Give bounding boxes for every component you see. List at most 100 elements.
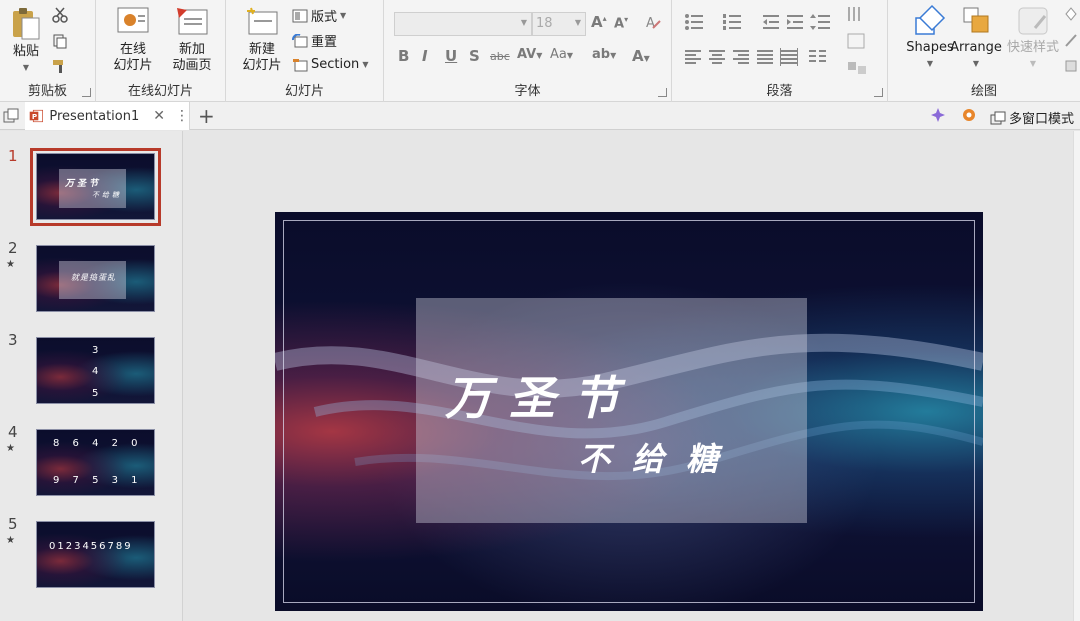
thumb-line-1: 万圣节 <box>65 179 102 189</box>
chevron-down-icon: ▼ <box>22 63 30 72</box>
section-label: Section <box>311 57 360 72</box>
vertical-scrollbar[interactable] <box>1073 131 1080 621</box>
thumb-line-1: 3 <box>92 345 99 356</box>
clipboard-launcher-icon[interactable] <box>82 88 91 97</box>
thumb-line-2: 9 7 5 3 1 <box>53 475 143 486</box>
slide-thumbnail-5[interactable]: 0123456789 <box>36 521 155 588</box>
paragraph-launcher-icon[interactable] <box>874 88 883 97</box>
drawing-group: Shapes ▼ Arrange ▼ 快速样式 ▼ 绘图 <box>888 0 1080 102</box>
increase-indent-icon[interactable] <box>786 13 804 31</box>
strikethrough-button[interactable]: abc <box>490 50 510 63</box>
font-launcher-icon[interactable] <box>658 88 667 97</box>
smartart-icon[interactable] <box>846 58 868 76</box>
current-slide[interactable]: 万圣节 不给糖 <box>275 212 983 611</box>
section-button[interactable]: Section ▼ <box>292 57 368 72</box>
slides-group: 新建 幻灯片 版式 ▼ 重置 Section ▼ 幻灯片 <box>226 0 384 102</box>
font-size-combo[interactable]: 18 ▼ <box>532 12 586 36</box>
align-text-icon[interactable] <box>846 32 868 50</box>
paragraph-group: 段落 <box>672 0 888 102</box>
text-direction-icon[interactable] <box>846 6 868 24</box>
clear-format-icon[interactable]: A <box>644 13 662 31</box>
slide-thumbnail-3[interactable]: 3 4 5 <box>36 337 155 404</box>
format-painter-icon[interactable] <box>52 58 68 74</box>
shape-effects-icon[interactable] <box>1064 58 1078 74</box>
clipboard-group-label: 剪贴板 <box>27 84 67 99</box>
more-icon[interactable]: ⋮ <box>175 108 189 124</box>
chevron-down-icon: ▼ <box>574 18 581 27</box>
line-spacing-icon[interactable] <box>810 13 834 31</box>
slide-editor-canvas[interactable]: 万圣节 不给糖 <box>184 131 1080 621</box>
paste-button[interactable]: 粘贴 ▼ <box>4 6 48 76</box>
animation-star-icon: ★ <box>6 535 15 546</box>
columns-icon[interactable] <box>808 48 830 66</box>
layout-button[interactable]: 版式 ▼ <box>292 6 346 25</box>
slide-thumbnail-pane: 1 万圣节 不给糖 2 ★ 就是捣蛋乱 3 3 4 5 4 ★ 8 6 4 2 … <box>0 131 183 621</box>
layout-label: 版式 <box>311 10 338 25</box>
drawing-group-label: 绘图 <box>970 84 997 99</box>
slide-thumbnail-4[interactable]: 8 6 4 2 0 9 7 5 3 1 <box>36 429 155 496</box>
thumb-line-3: 5 <box>92 388 99 399</box>
char-spacing-button[interactable]: AV▼ <box>517 47 542 62</box>
align-right-icon[interactable] <box>732 48 750 66</box>
shape-outline-icon[interactable] <box>1064 32 1078 48</box>
copy-icon[interactable] <box>52 33 68 49</box>
slide-subtitle[interactable]: 不给糖 <box>578 434 740 480</box>
document-tab[interactable]: P Presentation1 ✕ ⋮ <box>25 102 190 130</box>
font-color-button[interactable]: A▼ <box>632 47 650 65</box>
multi-window-mode-button[interactable]: 多窗口模式 <box>990 108 1074 127</box>
decrease-indent-icon[interactable] <box>762 13 780 31</box>
underline-button[interactable]: U <box>445 47 457 65</box>
svg-text:P: P <box>32 112 37 121</box>
animation-star-icon: ★ <box>6 259 15 270</box>
paste-label: 粘贴 <box>12 44 39 59</box>
animation-star-icon: ★ <box>6 443 15 454</box>
align-left-icon[interactable] <box>684 48 702 66</box>
quick-styles-button[interactable]: 快速样式 ▼ <box>1004 4 1062 72</box>
italic-button[interactable]: I <box>422 47 428 65</box>
arrange-button[interactable]: Arrange ▼ <box>948 4 1004 72</box>
slides-group-label: 幻灯片 <box>284 84 324 99</box>
grow-font-icon[interactable]: A▴ <box>591 13 607 31</box>
new-slide-label-2: 幻灯片 <box>242 58 282 73</box>
new-slide-icon <box>247 7 278 35</box>
slide-thumbnail-2[interactable]: 就是捣蛋乱 <box>36 245 155 312</box>
multi-window-label: 多窗口模式 <box>1009 112 1075 127</box>
magic-wand-icon[interactable] <box>930 107 946 123</box>
change-case-button[interactable]: Aa▼ <box>550 47 573 62</box>
online-slide-button[interactable]: 在线 幻灯片 <box>104 6 162 74</box>
new-animation-label-1: 新加 <box>178 42 205 57</box>
chevron-down-icon: ▼ <box>972 59 980 68</box>
numbering-icon[interactable] <box>722 13 746 31</box>
slide-title[interactable]: 万圣节 <box>445 362 637 428</box>
layout-icon <box>292 9 308 22</box>
distributed-icon[interactable] <box>780 48 798 66</box>
new-animation-page-button[interactable]: 新加 动画页 <box>162 6 222 74</box>
arrange-label: Arrange <box>950 40 1002 55</box>
bullets-icon[interactable] <box>684 13 708 31</box>
online-slide-label-1: 在线 <box>119 42 146 57</box>
cut-icon[interactable] <box>52 7 68 23</box>
slide-number: 5 <box>8 515 18 533</box>
bold-button[interactable]: B <box>398 47 409 65</box>
settings-gear-icon[interactable] <box>961 107 977 123</box>
align-center-icon[interactable] <box>708 48 726 66</box>
slide-number: 3 <box>8 331 18 349</box>
thumb-line-2: 4 <box>92 366 99 377</box>
window-switch-icon[interactable] <box>3 108 19 124</box>
font-group: ▼ 18 ▼ A▴ A▾ A B I U S abc AV▼ Aa▼ ab▼ A… <box>384 0 672 102</box>
document-tab-title: Presentation1 <box>49 108 140 124</box>
justify-icon[interactable] <box>756 48 774 66</box>
slide-number: 4 <box>8 423 18 441</box>
add-tab-icon[interactable]: + <box>198 104 215 128</box>
shapes-icon <box>915 4 946 35</box>
shape-fill-icon[interactable] <box>1064 6 1078 22</box>
highlight-button[interactable]: ab▼ <box>592 47 616 62</box>
new-slide-button[interactable]: 新建 幻灯片 <box>234 6 290 74</box>
slide-thumbnail-1[interactable]: 万圣节 不给糖 <box>36 153 155 220</box>
close-icon[interactable]: ✕ <box>153 108 165 124</box>
reset-button[interactable]: 重置 <box>292 31 337 50</box>
shrink-font-icon[interactable]: A▾ <box>614 15 628 31</box>
shadow-button[interactable]: S <box>469 47 480 65</box>
font-name-combo[interactable]: ▼ <box>394 12 532 36</box>
thumb-line-1: 0123456789 <box>49 541 133 552</box>
